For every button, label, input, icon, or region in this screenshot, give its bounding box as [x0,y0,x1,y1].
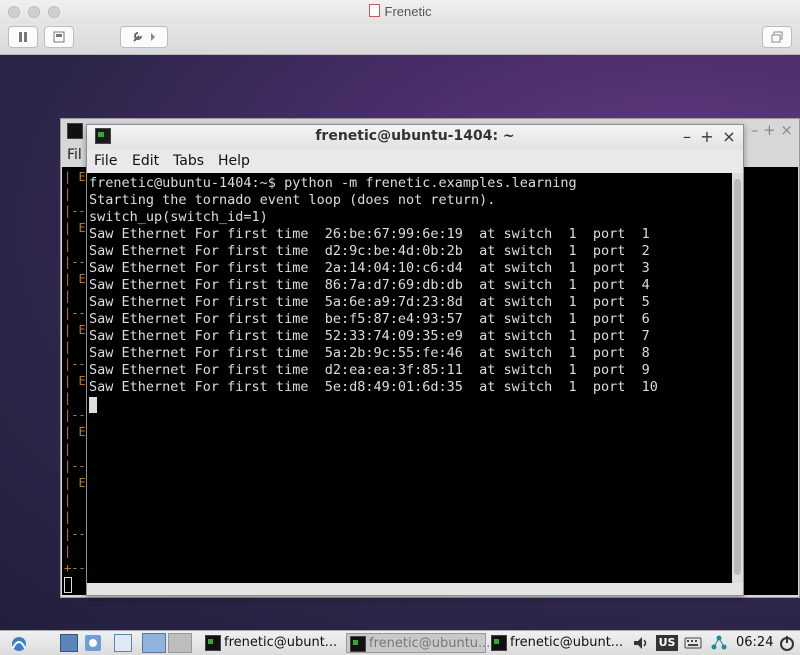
power-icon[interactable] [778,634,796,652]
workspace-1[interactable] [142,633,166,653]
taskbar-item-terminal-1[interactable]: frenetic@ubunt... [202,633,346,653]
taskbar: frenetic@ubunt... frenetic@ubuntu... fre… [0,630,800,655]
task-label: frenetic@ubunt... [224,635,338,650]
settings-button[interactable] [120,26,168,48]
host-toolbar [0,24,800,55]
wrench-icon [133,32,155,42]
terminal-icon [205,635,221,651]
show-desktop-icon[interactable] [60,634,78,652]
restore-view-button[interactable] [762,26,792,48]
scrollbar-thumb[interactable] [734,179,741,575]
ethernet-log-line: Saw Ethernet For first time 5a:2b:9c:55:… [89,345,650,361]
network-manager-icon[interactable] [84,634,102,652]
keyboard-layout-indicator[interactable]: US [656,635,678,651]
snapshot-icon [53,31,65,43]
ethernet-log-line: Saw Ethernet For first time 26:be:67:99:… [89,226,650,242]
prompt-line: frenetic@ubuntu-1404:~$ python -m frenet… [89,175,577,191]
windows-icon [771,31,783,43]
close-button[interactable]: × [721,127,737,146]
workspace-2[interactable] [168,633,192,653]
ethernet-log-line: Saw Ethernet For first time 86:7a:d7:69:… [89,277,650,293]
terminal-icon [350,636,366,652]
host-window-title: Frenetic [0,4,800,19]
menu-file[interactable]: File [94,153,117,169]
ethernet-log-line: Saw Ethernet For first time 5e:d8:49:01:… [89,379,658,395]
ethernet-log-line: Saw Ethernet For first time 2a:14:04:10:… [89,260,650,276]
pause-button[interactable] [8,26,38,48]
start-menu-icon[interactable] [10,634,28,652]
host-titlebar: Frenetic [0,0,800,24]
window-switcher-icon[interactable] [114,634,132,652]
ethernet-log-line: Saw Ethernet For first time d2:ea:ea:3f:… [89,362,650,378]
terminal-window[interactable]: frenetic@ubuntu-1404: ~ – + × File Edit … [86,124,744,596]
bg-output-lines: | E | |-- | E | |-- | E | |-- | E | |-- … [64,170,86,575]
ethernet-log-line: Saw Ethernet For first time be:f5:87:e4:… [89,311,650,327]
snapshot-button[interactable] [44,26,74,48]
terminal-title: frenetic@ubuntu-1404: ~ [315,128,515,144]
ethernet-log-line: Saw Ethernet For first time 5a:6e:a9:7d:… [89,294,650,310]
terminal-icon [491,635,507,651]
maximize-button[interactable]: + [699,127,715,146]
terminal-output[interactable]: frenetic@ubuntu-1404:~$ python -m frenet… [87,173,732,583]
minimize-button[interactable]: – [679,127,695,146]
ethernet-log-line: Saw Ethernet For first time d2:9c:be:4d:… [89,243,650,259]
menu-tabs[interactable]: Tabs [173,153,204,169]
taskbar-item-terminal-2[interactable]: frenetic@ubuntu... [346,633,490,653]
network-icon[interactable] [710,634,728,652]
vertical-scrollbar[interactable] [732,173,743,583]
terminal-menubar: File Edit Tabs Help [87,149,743,173]
terminal-app-icon [67,123,83,139]
volume-icon[interactable] [632,634,650,652]
ethernet-log-line: Saw Ethernet For first time 52:33:74:09:… [89,328,650,344]
terminal-titlebar[interactable]: frenetic@ubuntu-1404: ~ – + × [87,125,743,149]
document-icon [368,4,380,17]
bg-cursor [64,577,72,593]
task-label: frenetic@ubunt... [510,635,624,650]
output-line: switch_up(switch_id=1) [89,209,268,225]
menu-edit[interactable]: Edit [132,153,159,169]
clock[interactable]: 06:24 [736,635,773,650]
bg-menu-file[interactable]: Fil [67,147,82,163]
terminal-output-lines: frenetic@ubuntu-1404:~$ python -m frenet… [89,175,658,396]
bg-window-controls[interactable]: – + × [751,121,793,139]
terminal-bottom-bar [87,583,743,595]
menu-help[interactable]: Help [218,153,250,169]
taskbar-item-terminal-3[interactable]: frenetic@ubunt... [488,633,628,653]
output-line: Starting the tornado event loop (does no… [89,192,496,208]
keyboard-icon[interactable] [684,634,702,652]
task-label: frenetic@ubuntu... [369,636,491,651]
host-title-text: Frenetic [384,4,432,19]
pause-icon [19,32,27,42]
terminal-cursor [89,397,97,413]
